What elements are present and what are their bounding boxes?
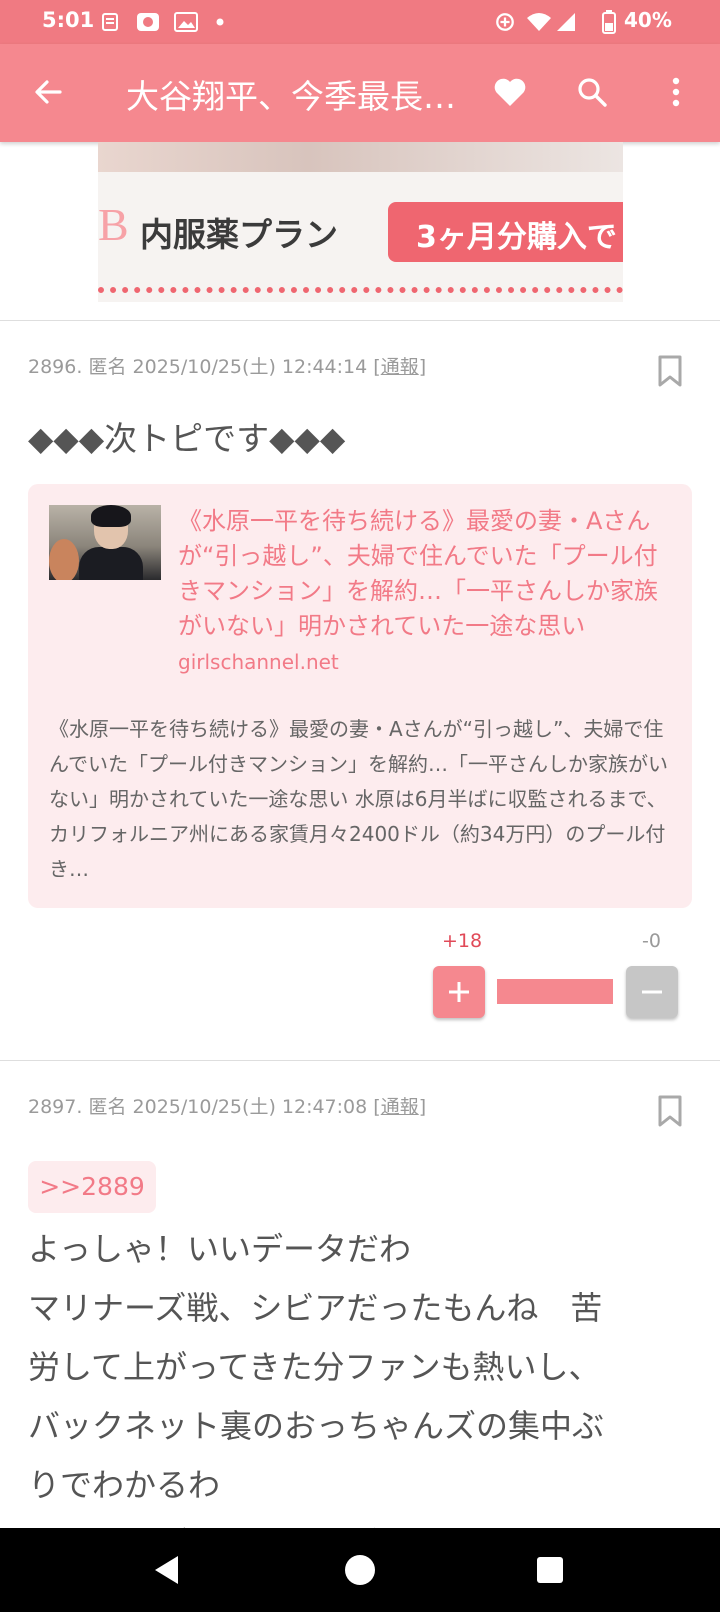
wifi-icon <box>527 13 551 31</box>
heart-icon <box>494 78 526 106</box>
comment-meta: 2897. 匿名 2025/10/25(土) 12:47:08 [通報] <box>28 1092 426 1119</box>
comment-author: 匿名 <box>88 356 127 378</box>
image-notification-icon <box>174 12 198 32</box>
report-link[interactable]: 通報 <box>381 356 419 378</box>
link-title[interactable]: 《水原一平を待ち続ける》最愛の妻・Aさんが“引っ越し”、夫婦で住んでいた「プール… <box>178 504 674 644</box>
status-bar: 5:01 40% <box>0 0 720 44</box>
link-preview-card[interactable]: 《水原一平を待ち続ける》最愛の妻・Aさんが“引っ越し”、夫婦で住んでいた「プール… <box>28 484 692 908</box>
link-domain: girlschannel.net <box>178 650 339 674</box>
plus-icon <box>449 982 469 1002</box>
comment-author: 匿名 <box>88 1096 127 1118</box>
comment-line: マリナーズ戦、シビアだったもんね 苦 <box>28 1289 603 1327</box>
comment-number: 2896. <box>28 356 83 378</box>
nav-home-icon[interactable] <box>340 1550 380 1590</box>
app-notification-icon <box>137 13 159 31</box>
ad-cta-button[interactable]: 3ヶ月分購入で <box>388 202 623 262</box>
ad-banner[interactable]: B 内服薬プラン 3ヶ月分購入で <box>98 142 623 302</box>
search-icon <box>578 78 607 107</box>
battery-icon <box>602 10 616 34</box>
search-button[interactable] <box>572 72 612 112</box>
divider <box>0 1060 720 1061</box>
vote-ratio-bar <box>497 979 613 1004</box>
favorite-button[interactable] <box>490 72 530 112</box>
minus-icon <box>642 990 662 994</box>
comment-datetime: 2025/10/25(土) 12:44:14 <box>132 356 368 378</box>
page-title: 大谷翔平、今季最長… <box>126 77 456 116</box>
cell-signal-icon <box>557 13 575 31</box>
comment-body: よっしゃ！いいデータだわ マリナーズ戦、シビアだったもんね 苦 労して上がってき… <box>28 1220 692 1574</box>
link-excerpt: 《水原一平を待ち続ける》最愛の妻・Aさんが“引っ越し”、夫婦で住んでいた「プール… <box>49 717 668 881</box>
back-arrow-icon <box>35 80 62 104</box>
report-link-wrapper[interactable]: [通報] <box>373 1096 426 1118</box>
system-navigation-bar <box>0 1528 720 1612</box>
link-thumbnail <box>49 505 161 580</box>
plus-vote-button[interactable] <box>433 966 485 1018</box>
bookmark-icon[interactable] <box>656 354 684 388</box>
comment-number: 2897. <box>28 1096 83 1118</box>
overflow-menu-button[interactable] <box>656 72 696 112</box>
more-notifications-dot-icon <box>216 18 224 26</box>
reply-anchor-link[interactable]: >>2889 <box>28 1161 156 1213</box>
data-saver-icon <box>496 13 514 31</box>
comment-heading: ◆◆◆次トピです◆◆◆ <box>28 419 346 458</box>
notification-icon <box>102 13 118 31</box>
comment-line: よっしゃ！いいデータだわ <box>28 1230 412 1268</box>
comment-datetime: 2025/10/25(土) 12:47:08 <box>132 1096 368 1118</box>
ad-photo <box>98 142 623 172</box>
report-link[interactable]: 通報 <box>381 1096 419 1118</box>
back-button[interactable] <box>28 72 68 112</box>
minus-vote-count: -0 <box>642 930 661 952</box>
battery-percent: 40% <box>624 8 672 32</box>
plus-vote-count: +18 <box>442 930 483 952</box>
comment-meta: 2896. 匿名 2025/10/25(土) 12:44:14 [通報] <box>28 352 426 379</box>
more-vert-icon <box>672 77 680 107</box>
ad-text: 内服薬プラン <box>140 215 338 254</box>
nav-recents-icon[interactable] <box>530 1550 570 1590</box>
app-bar: 大谷翔平、今季最長… <box>0 44 720 142</box>
nav-back-icon[interactable] <box>148 1550 188 1590</box>
ad-price-strip <box>98 287 623 302</box>
status-time: 5:01 <box>42 8 95 32</box>
ad-logo: B <box>98 199 129 250</box>
comment-line: バックネット裏のおっちゃんズの集中ぶ <box>28 1407 605 1445</box>
bookmark-icon[interactable] <box>656 1094 684 1128</box>
divider <box>0 320 720 321</box>
comment-line: りでわかるわ <box>28 1466 221 1504</box>
comment-line: 労して上がってきた分ファンも熱いし、 <box>28 1348 601 1386</box>
minus-vote-button[interactable] <box>626 966 678 1018</box>
report-link-wrapper[interactable]: [通報] <box>373 356 426 378</box>
